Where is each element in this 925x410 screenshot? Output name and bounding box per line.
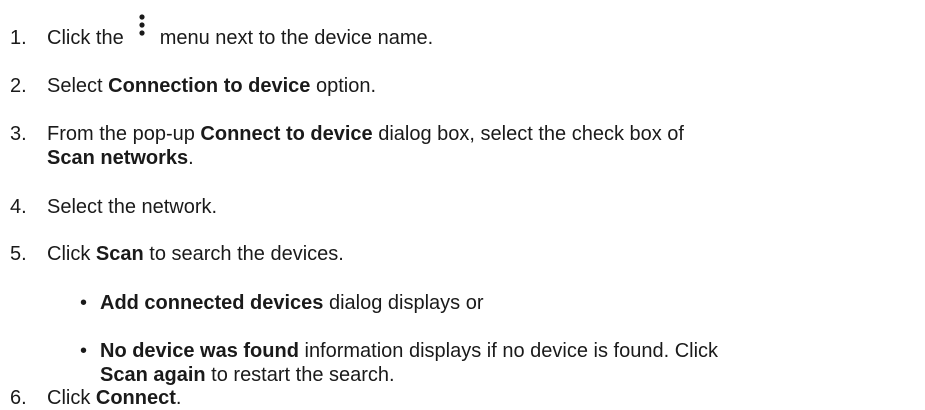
- button-name: Scan: [95, 243, 144, 265]
- step-text: Click: [47, 387, 96, 409]
- step-number: 3.: [10, 123, 27, 145]
- button-name: Connect: [95, 387, 176, 409]
- step-number: 2.: [10, 75, 27, 97]
- button-name: Scan again: [100, 364, 206, 386]
- step-text: Select: [47, 75, 109, 97]
- step-text: option.: [310, 75, 377, 97]
- step-number: 6.: [10, 387, 27, 409]
- bullet: •: [80, 340, 88, 362]
- bullet-text: information displays if no device is fou…: [298, 340, 719, 362]
- step-text: menu next to the device name.: [159, 27, 434, 49]
- bullet-text: dialog displays or: [323, 292, 484, 314]
- step-text: to search the devices.: [143, 243, 344, 265]
- bullet-text: to restart the search.: [205, 364, 395, 386]
- dialog-name: Connect to device: [200, 123, 373, 145]
- checkbox-name: Scan networks: [47, 147, 189, 169]
- step-text: Select the network.: [47, 196, 218, 218]
- step-text: From the pop-up: [47, 123, 201, 145]
- more-vertical-icon: [124, 14, 160, 50]
- info-name: No device was found: [100, 340, 299, 362]
- step-number: 1.: [10, 27, 27, 49]
- step-text: Click the: [47, 27, 124, 49]
- step-text: .: [188, 147, 194, 169]
- bullet: •: [80, 292, 88, 314]
- step-text: dialog box, select the check box of: [372, 123, 684, 145]
- step-text: .: [175, 387, 182, 409]
- step-text: Click: [47, 243, 96, 265]
- step-number: 5.: [10, 243, 27, 265]
- step-number: 4.: [10, 196, 27, 218]
- option-name: Connection to device: [108, 75, 311, 97]
- procedure-steps: 1. Click the menu next to the device name…: [0, 0, 925, 409]
- dialog-name: Add connected devices: [100, 292, 324, 314]
